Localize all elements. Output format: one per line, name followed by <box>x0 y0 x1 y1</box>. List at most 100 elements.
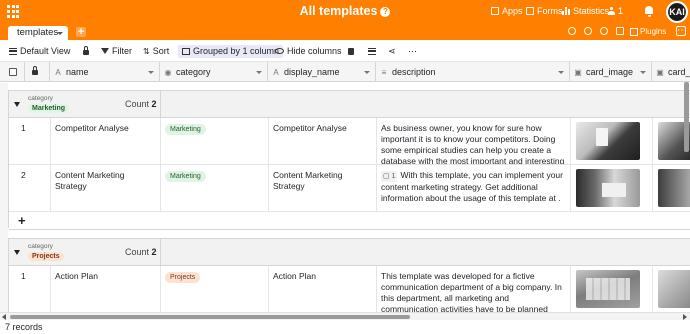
paint-bucket-icon <box>348 47 354 55</box>
plugins-icon <box>630 27 638 36</box>
cell-name[interactable]: Action Plan <box>51 266 161 312</box>
cell-description[interactable]: As business owner, you know for sure how… <box>377 118 571 164</box>
add-row-button[interactable]: + <box>9 212 690 230</box>
column-label-card-image: card_image <box>586 67 634 77</box>
cell-display-name[interactable]: Action Plan <box>269 266 377 312</box>
group-count-label: Count <box>125 99 150 109</box>
chat-icon[interactable] <box>616 27 624 35</box>
table-row[interactable]: 2 Content Marketing Strategy Marketing C… <box>9 165 690 212</box>
app-header: All templates? Apps Forms Statistics 1 K… <box>0 0 690 24</box>
column-header-category[interactable]: ◉ category <box>160 62 268 82</box>
plugins-button[interactable]: Plugins <box>630 26 666 37</box>
select-all-checkbox[interactable] <box>0 62 25 82</box>
cell-card-image[interactable] <box>571 266 653 312</box>
column-label-display-name: display_name <box>284 67 340 77</box>
history-icon[interactable] <box>584 27 592 35</box>
collapse-triangle-icon[interactable] <box>14 102 20 107</box>
avatar[interactable]: KAI <box>666 1 688 23</box>
card-image-thumbnail[interactable] <box>576 270 640 308</box>
horizontal-scrollbar[interactable] <box>0 312 690 320</box>
view-selector[interactable]: Default View <box>9 45 70 57</box>
column-header-display-name[interactable]: Adisplay_name <box>268 62 376 82</box>
cell-display-name[interactable]: Competitor Analyse <box>269 118 377 164</box>
sort-button[interactable]: ⇅ Sort <box>143 45 169 57</box>
share-view-button[interactable]: ⋖ <box>388 45 396 57</box>
column-header-name[interactable]: Aname <box>50 62 160 82</box>
table-tabbar: templates + Plugins ⋯ <box>0 24 690 40</box>
cell-description[interactable]: ▢ 1 With this template, you can implement… <box>377 165 571 211</box>
row-height-button[interactable] <box>368 45 376 57</box>
sort-label: Sort <box>152 46 170 56</box>
checkbox-icon <box>9 68 17 76</box>
card-image-thumbnail[interactable] <box>576 122 640 160</box>
chevron-down-icon[interactable] <box>57 32 63 35</box>
cell-display-name[interactable]: Content Marketing Strategy <box>269 165 377 211</box>
tab-templates[interactable]: templates <box>8 26 68 40</box>
status-footer: 7 records <box>0 320 690 334</box>
chevron-down-icon[interactable] <box>558 71 564 74</box>
cell-name[interactable]: Competitor Analyse <box>51 118 161 164</box>
hide-columns-button[interactable]: Hide columns <box>275 45 342 57</box>
group-button[interactable]: Grouped by 1 column <box>178 44 284 58</box>
cell-category[interactable]: Marketing <box>161 118 269 164</box>
cell-card-image-2[interactable] <box>653 266 690 312</box>
menu-icon <box>9 47 17 55</box>
share-nodes-icon: ⋖ <box>388 45 396 56</box>
view-lock[interactable] <box>83 45 89 57</box>
column-label-category: category <box>176 67 211 77</box>
row-index: 1 <box>9 266 51 312</box>
cell-name[interactable]: Content Marketing Strategy <box>51 165 161 211</box>
cell-description[interactable]: This template was developed for a fictiv… <box>377 266 571 312</box>
nav-statistics[interactable]: Statistics <box>562 6 609 16</box>
comment-badge[interactable]: ▢ 1 <box>381 171 398 182</box>
cell-card-image[interactable] <box>571 165 653 211</box>
card-image-thumbnail[interactable] <box>658 270 690 308</box>
table-row[interactable]: 1 Competitor Analyse Marketing Competito… <box>9 118 690 165</box>
column-header-card-image-2[interactable]: ▣ card_im <box>652 62 690 82</box>
column-header-row: Aname ◉ category Adisplay_name ≡ descripti… <box>0 62 690 82</box>
nav-statistics-label: Statistics <box>573 6 610 16</box>
column-label-card-image-2: card_im <box>668 67 690 77</box>
filter-icon <box>101 48 109 54</box>
collapse-triangle-icon[interactable] <box>14 250 20 255</box>
plus-icon: + <box>18 213 26 228</box>
filter-label: Filter <box>112 46 132 56</box>
group-count-label: Count <box>125 247 150 257</box>
bell-icon[interactable] <box>644 5 654 17</box>
card-image-thumbnail[interactable] <box>658 169 690 207</box>
toolbar-more-button[interactable]: ⋯ <box>408 45 417 57</box>
row-color-button[interactable] <box>348 45 354 57</box>
avatar-initials: KAI <box>668 3 686 21</box>
add-table-button[interactable]: + <box>76 27 86 38</box>
tab-tools <box>568 27 624 35</box>
row-height-icon <box>368 47 376 55</box>
grid-gutter <box>0 83 8 320</box>
help-icon[interactable]: ? <box>380 7 391 17</box>
share-icon[interactable] <box>568 27 576 35</box>
hide-columns-label: Hide columns <box>287 46 342 56</box>
chevron-down-icon[interactable] <box>364 71 370 74</box>
cell-card-image[interactable] <box>571 118 653 164</box>
group-field-label: category <box>28 243 53 250</box>
nav-forms[interactable]: Forms <box>526 6 563 16</box>
vertical-scrollbar[interactable] <box>684 82 689 152</box>
group-header: category Marketing Count 2 <box>9 90 690 118</box>
user-icon <box>608 7 615 15</box>
nav-apps[interactable]: Apps <box>491 6 523 16</box>
cell-card-image-2[interactable] <box>653 165 690 211</box>
chevron-down-icon[interactable] <box>640 71 646 74</box>
cell-category[interactable]: Projects <box>161 266 269 312</box>
more-menu-icon[interactable]: ⋯ <box>676 26 687 36</box>
chevron-down-icon[interactable] <box>256 71 262 74</box>
group-count-value: 2 <box>151 99 157 109</box>
cell-category[interactable]: Marketing <box>161 165 269 211</box>
horizontal-scroll-thumb[interactable] <box>10 314 410 319</box>
filter-button[interactable]: Filter <box>101 45 132 57</box>
chevron-down-icon[interactable] <box>148 71 154 74</box>
nav-users[interactable]: 1 <box>608 6 623 16</box>
table-row[interactable]: 1 Action Plan Projects Action Plan This … <box>9 266 690 313</box>
column-header-card-image[interactable]: ▣ card_image <box>570 62 652 82</box>
column-header-description[interactable]: ≡ description <box>376 62 570 82</box>
card-image-thumbnail[interactable] <box>576 169 640 207</box>
settings-icon[interactable] <box>600 27 608 35</box>
